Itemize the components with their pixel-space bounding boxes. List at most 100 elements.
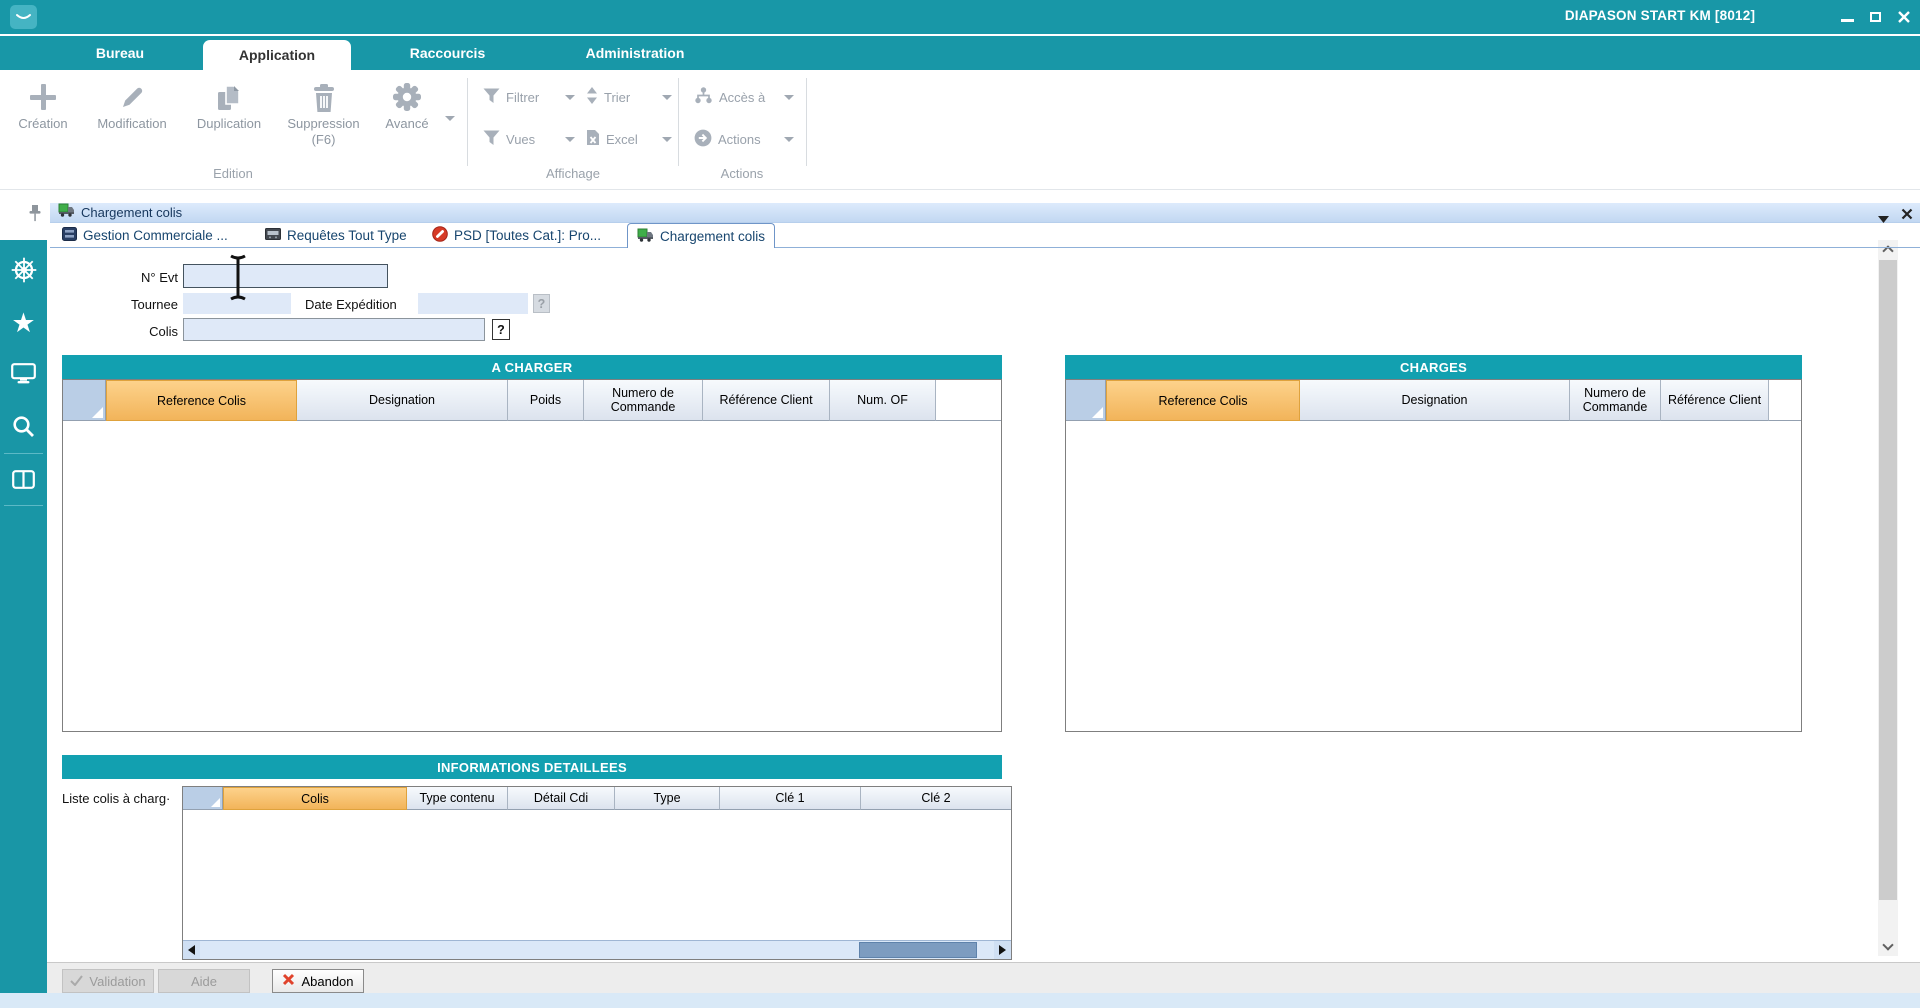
column-header-cle-2[interactable]: Clé 2 bbox=[861, 787, 1011, 810]
trier-dropdown-caret[interactable] bbox=[662, 95, 672, 100]
vertical-scrollbar-thumb[interactable] bbox=[1879, 260, 1897, 900]
footer-bar: Validation Aide Abandon bbox=[47, 962, 1920, 993]
colis-help-button[interactable]: ? bbox=[492, 319, 510, 340]
column-header-poids[interactable]: Poids bbox=[508, 380, 584, 421]
forbidden-icon bbox=[432, 226, 448, 245]
a-charger-table[interactable]: Reference Colis Designation Poids Numero… bbox=[62, 379, 1002, 732]
bottom-strip bbox=[0, 993, 1920, 1008]
truck-icon bbox=[637, 228, 654, 245]
horizontal-scrollbar-thumb[interactable] bbox=[859, 942, 977, 958]
column-header-designation[interactable]: Designation bbox=[297, 380, 508, 421]
tab-psd-toutes-cat[interactable]: PSD [Toutes Cat.]: Pro... bbox=[432, 224, 601, 247]
plus-icon bbox=[8, 76, 78, 112]
filtrer-dropdown-caret[interactable] bbox=[565, 95, 575, 100]
colis-input[interactable] bbox=[183, 318, 485, 341]
a-charger-header-row: Reference Colis Designation Poids Numero… bbox=[63, 380, 1001, 421]
column-header-cle-1[interactable]: Clé 1 bbox=[720, 787, 861, 810]
section-header-charges: CHARGES bbox=[1065, 355, 1802, 379]
vertical-scrollbar[interactable] bbox=[1878, 240, 1898, 956]
scroll-down-button[interactable] bbox=[1878, 938, 1898, 956]
vues-dropdown-caret[interactable] bbox=[565, 137, 575, 142]
column-header-designation[interactable]: Designation bbox=[1300, 380, 1570, 421]
horizontal-scrollbar[interactable] bbox=[183, 940, 1011, 959]
select-all-cell[interactable] bbox=[63, 380, 106, 421]
sidebar-item-helm[interactable] bbox=[0, 255, 47, 289]
scroll-left-button[interactable] bbox=[183, 941, 200, 959]
informations-table[interactable]: Colis Type contenu Détail Cdi Type Clé 1… bbox=[182, 786, 1012, 960]
avance-dropdown-caret[interactable] bbox=[445, 116, 455, 121]
acces-a-dropdown-caret[interactable] bbox=[784, 95, 794, 100]
menu-tab-administration[interactable]: Administration bbox=[545, 36, 725, 70]
close-button[interactable] bbox=[1895, 10, 1913, 24]
header-filler bbox=[1769, 380, 1801, 421]
column-header-reference-colis[interactable]: Reference Colis bbox=[106, 380, 297, 421]
excel-dropdown-caret[interactable] bbox=[662, 137, 672, 142]
column-header-reference-client[interactable]: Référence Client bbox=[703, 380, 830, 421]
group-label-edition: Edition bbox=[188, 166, 278, 181]
actions-button[interactable]: Actions bbox=[694, 128, 794, 150]
column-header-type[interactable]: Type bbox=[615, 787, 720, 810]
avance-button[interactable]: Avancé bbox=[375, 76, 439, 132]
modification-button[interactable]: Modification bbox=[82, 76, 182, 132]
acces-a-button[interactable]: Accès à bbox=[694, 86, 794, 108]
column-header-colis[interactable]: Colis bbox=[223, 787, 407, 810]
panel-dropdown-caret[interactable] bbox=[1878, 210, 1889, 228]
column-header-detail-cdi[interactable]: Détail Cdi bbox=[508, 787, 615, 810]
date-expedition-input[interactable] bbox=[418, 293, 528, 314]
actions-dropdown-caret[interactable] bbox=[784, 137, 794, 142]
sidebar-item-columns[interactable] bbox=[0, 465, 47, 499]
menu-tab-raccourcis[interactable]: Raccourcis bbox=[355, 36, 540, 70]
validation-button: Validation bbox=[62, 969, 154, 993]
excel-button[interactable]: Excel bbox=[586, 128, 672, 150]
columns-icon bbox=[12, 470, 35, 494]
column-header-numero-de-commande[interactable]: Numero de Commande bbox=[1570, 380, 1661, 421]
panel-title: Chargement colis bbox=[81, 205, 182, 220]
column-header-reference-client[interactable]: Référence Client bbox=[1661, 380, 1769, 421]
menu-tab-application[interactable]: Application bbox=[203, 40, 351, 70]
liste-colis-label: Liste colis à charg· bbox=[62, 791, 180, 806]
scroll-right-button[interactable] bbox=[994, 941, 1011, 959]
sidebar-item-favorites[interactable]: ★ bbox=[0, 306, 47, 340]
maximize-button[interactable] bbox=[1866, 10, 1884, 24]
tab-chargement-colis[interactable]: Chargement colis bbox=[627, 223, 775, 248]
column-header-numero-de-commande[interactable]: Numero de Commande bbox=[584, 380, 703, 421]
arrow-circle-icon bbox=[694, 129, 712, 150]
date-expedition-label: Date Expédition bbox=[305, 297, 413, 312]
duplication-button[interactable]: Duplication bbox=[186, 76, 272, 132]
cabinet-icon bbox=[62, 227, 77, 244]
select-all-cell[interactable] bbox=[183, 787, 223, 810]
menu-tab-bureau[interactable]: Bureau bbox=[40, 36, 200, 70]
panel-close-icon[interactable] bbox=[1901, 207, 1913, 225]
aide-button: Aide bbox=[158, 969, 250, 993]
check-icon bbox=[70, 974, 83, 989]
sidebar-item-search[interactable] bbox=[0, 412, 47, 446]
scroll-up-button[interactable] bbox=[1878, 240, 1898, 258]
suppression-button[interactable]: Suppression (F6) bbox=[276, 76, 371, 149]
trier-button[interactable]: Trier bbox=[586, 86, 672, 108]
text-cursor bbox=[227, 254, 249, 301]
creation-button[interactable]: Création bbox=[8, 76, 78, 132]
column-header-type-contenu[interactable]: Type contenu bbox=[407, 787, 508, 810]
minimize-button[interactable] bbox=[1838, 10, 1856, 24]
copy-icon bbox=[186, 76, 272, 112]
column-header-num-of[interactable]: Num. OF bbox=[830, 380, 936, 421]
suppression-sublabel: (F6) bbox=[312, 132, 336, 147]
helm-icon bbox=[11, 257, 37, 288]
tab-requetes-tout-type[interactable]: Requêtes Tout Type bbox=[265, 224, 407, 247]
no-evt-input[interactable] bbox=[183, 264, 388, 288]
vues-button[interactable]: Vues bbox=[483, 128, 575, 150]
sidebar-item-monitor[interactable] bbox=[0, 359, 47, 393]
sidebar-divider bbox=[4, 505, 43, 506]
truck-icon bbox=[58, 203, 75, 222]
tab-gestion-commerciale[interactable]: Gestion Commerciale ... bbox=[62, 224, 228, 247]
column-header-reference-colis[interactable]: Reference Colis bbox=[1106, 380, 1300, 421]
ribbon-toolbar: Création Modification Duplication Suppre… bbox=[0, 70, 1920, 190]
select-all-cell[interactable] bbox=[1066, 380, 1106, 421]
abandon-button[interactable]: Abandon bbox=[272, 969, 364, 993]
excel-file-icon bbox=[586, 129, 600, 149]
filtrer-button[interactable]: Filtrer bbox=[483, 86, 575, 108]
charges-table[interactable]: Reference Colis Designation Numero de Co… bbox=[1065, 379, 1802, 732]
pin-icon[interactable] bbox=[28, 204, 42, 227]
red-x-icon bbox=[282, 973, 295, 989]
query-icon bbox=[265, 228, 281, 243]
